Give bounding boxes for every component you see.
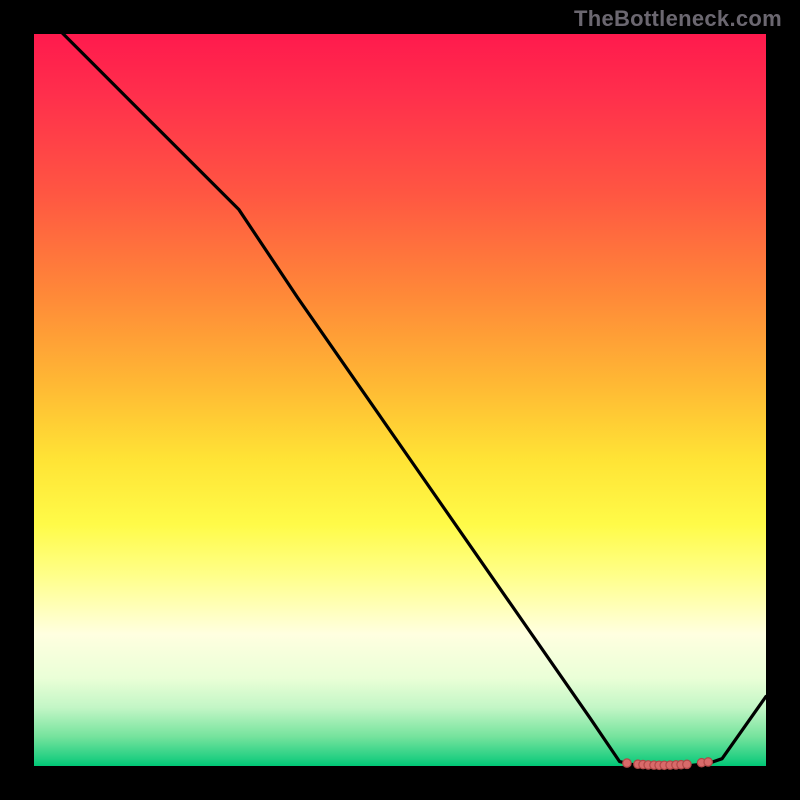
- chart-svg: [34, 34, 766, 766]
- data-dot: [623, 759, 631, 767]
- data-dot: [683, 760, 691, 768]
- data-dot: [704, 758, 712, 766]
- line-series: [34, 5, 766, 766]
- watermark-text: TheBottleneck.com: [574, 6, 782, 32]
- plot-area: [34, 34, 766, 766]
- chart-container: TheBottleneck.com: [0, 0, 800, 800]
- data-dots: [623, 758, 713, 770]
